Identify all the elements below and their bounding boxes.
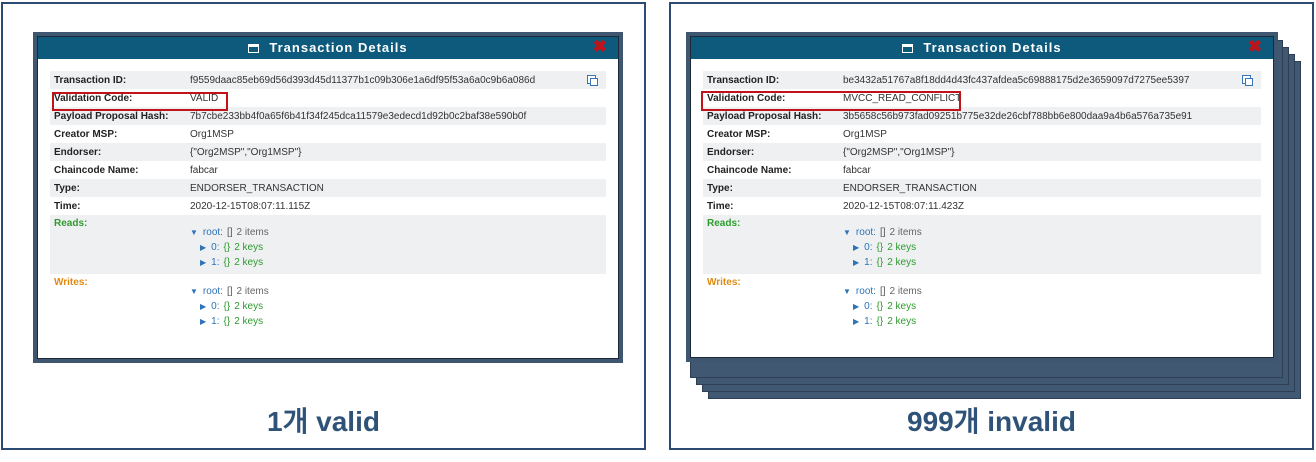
row-chaincode-name: Chaincode Name: fabcar	[50, 161, 606, 179]
label-chaincode-name: Chaincode Name:	[54, 164, 139, 176]
value-creator-msp: Org1MSP	[843, 128, 887, 140]
tree-item-node[interactable]: ▶ 0:{} 2 keys	[843, 299, 922, 314]
expand-arrow-icon[interactable]: ▶	[200, 243, 206, 252]
tree-item-node[interactable]: ▶ 1:{} 2 keys	[843, 255, 922, 270]
reads-tree: ▼ root:[] 2 items ▶ 0:{} 2 keys ▶ 1:{} 2 keys	[190, 215, 269, 274]
label-payload-hash: Payload Proposal Hash:	[707, 110, 822, 122]
copy-icon[interactable]	[1242, 75, 1253, 86]
tree-root-node[interactable]: ▼ root:[] 2 items	[190, 284, 269, 299]
row-endorser: Endorser: {"Org2MSP","Org1MSP"}	[50, 143, 606, 161]
value-payload-hash: 7b7cbe233bb4f0a65f6b41f34f245dca11579e3e…	[190, 110, 527, 122]
tree-root-node[interactable]: ▼ root:[] 2 items	[843, 284, 922, 299]
value-validation-code: VALID	[190, 92, 219, 104]
tree-item-node[interactable]: ▶ 0:{} 2 keys	[190, 240, 269, 255]
label-reads: Reads:	[707, 218, 741, 229]
value-type: ENDORSER_TRANSACTION	[843, 182, 977, 194]
label-payload-hash: Payload Proposal Hash:	[54, 110, 169, 122]
label-chaincode-name: Chaincode Name:	[707, 164, 792, 176]
row-transaction-id: Transaction ID: be3432a51767a8f18dd4d43f…	[703, 71, 1261, 89]
expand-arrow-icon[interactable]: ▶	[200, 317, 206, 326]
reads-tree: ▼ root:[] 2 items ▶ 0:{} 2 keys ▶ 1:{} 2 keys	[843, 215, 922, 274]
row-creator-msp: Creator MSP: Org1MSP	[703, 125, 1261, 143]
writes-section: Writes: ▼ root:[] 2 items ▶ 0:{} 2 keys ▶ 1:{…	[703, 274, 1261, 334]
modal-title: Transaction Details	[923, 40, 1062, 55]
label-type: Type:	[54, 182, 80, 194]
expand-arrow-icon[interactable]: ▶	[853, 243, 859, 252]
label-type: Type:	[707, 182, 733, 194]
row-creator-msp: Creator MSP: Org1MSP	[50, 125, 606, 143]
modal-title-bar: Transaction Details ✖	[38, 37, 618, 59]
tree-item-node[interactable]: ▶ 0:{} 2 keys	[190, 299, 269, 314]
validation-code-highlight	[701, 91, 961, 111]
value-time: 2020-12-15T08:07:11.115Z	[190, 200, 311, 212]
expand-arrow-icon[interactable]: ▶	[200, 258, 206, 267]
row-endorser: Endorser: {"Org2MSP","Org1MSP"}	[703, 143, 1261, 161]
row-chaincode-name: Chaincode Name: fabcar	[703, 161, 1261, 179]
list-icon	[902, 44, 914, 53]
reads-section: Reads: ▼ root:[] 2 items ▶ 0:{} 2 keys ▶ 1:{}…	[703, 215, 1261, 274]
modal-title-bar: Transaction Details ✖	[691, 37, 1273, 59]
value-chaincode-name: fabcar	[190, 164, 218, 176]
value-type: ENDORSER_TRANSACTION	[190, 182, 324, 194]
row-type: Type: ENDORSER_TRANSACTION	[50, 179, 606, 197]
label-endorser: Endorser:	[707, 146, 755, 158]
label-creator-msp: Creator MSP:	[707, 128, 771, 140]
value-transaction-id: be3432a51767a8f18dd4d43fc437afdea5c69888…	[843, 74, 1190, 86]
value-payload-hash: 3b5658c56b973fad09251b775e32de26cbf788bb…	[843, 110, 1193, 122]
close-icon[interactable]: ✖	[593, 36, 608, 58]
invalid-caption: 999개 invalid	[907, 406, 1076, 437]
invalid-panel: Transaction Details ✖ Transaction ID: be…	[669, 2, 1314, 450]
label-creator-msp: Creator MSP:	[54, 128, 118, 140]
value-endorser: {"Org2MSP","Org1MSP"}	[190, 146, 302, 158]
writes-section: Writes: ▼ root:[] 2 items ▶ 0:{} 2 keys ▶ 1:{…	[50, 274, 606, 334]
value-chaincode-name: fabcar	[843, 164, 871, 176]
copy-icon[interactable]	[587, 75, 598, 86]
label-transaction-id: Transaction ID:	[707, 74, 780, 86]
value-time: 2020-12-15T08:07:11.423Z	[843, 200, 965, 212]
modal-title: Transaction Details	[269, 40, 408, 55]
valid-panel: Transaction Details ✖ Transaction ID: f9…	[1, 2, 646, 450]
row-time: Time: 2020-12-15T08:07:11.423Z	[703, 197, 1261, 215]
expand-arrow-icon[interactable]: ▶	[853, 317, 859, 326]
label-reads: Reads:	[54, 218, 88, 229]
label-transaction-id: Transaction ID:	[54, 74, 127, 86]
expand-arrow-icon[interactable]: ▼	[190, 228, 198, 237]
row-transaction-id: Transaction ID: f9559daac85eb69d56d393d4…	[50, 71, 606, 89]
valid-caption: 1개 valid	[267, 406, 380, 437]
transaction-details-modal: Transaction Details ✖ Transaction ID: be…	[690, 36, 1274, 358]
value-creator-msp: Org1MSP	[190, 128, 234, 140]
close-icon[interactable]: ✖	[1248, 36, 1263, 58]
list-icon	[248, 44, 260, 53]
label-writes: Writes:	[54, 277, 88, 288]
expand-arrow-icon[interactable]: ▼	[843, 228, 851, 237]
expand-arrow-icon[interactable]: ▶	[853, 302, 859, 311]
label-writes: Writes:	[707, 277, 741, 288]
label-time: Time:	[707, 200, 734, 212]
value-transaction-id: f9559daac85eb69d56d393d45d11377b1c09b306…	[190, 74, 536, 86]
tree-item-node[interactable]: ▶ 0:{} 2 keys	[843, 240, 922, 255]
value-endorser: {"Org2MSP","Org1MSP"}	[843, 146, 955, 158]
row-type: Type: ENDORSER_TRANSACTION	[703, 179, 1261, 197]
tree-item-node[interactable]: ▶ 1:{} 2 keys	[190, 255, 269, 270]
validation-code-highlight	[52, 92, 228, 111]
tree-root-node[interactable]: ▼ root:[] 2 items	[843, 225, 922, 240]
writes-tree: ▼ root:[] 2 items ▶ 0:{} 2 keys ▶ 1:{} 2 keys	[190, 274, 269, 334]
writes-tree: ▼ root:[] 2 items ▶ 0:{} 2 keys ▶ 1:{} 2 keys	[843, 274, 922, 334]
label-endorser: Endorser:	[54, 146, 102, 158]
expand-arrow-icon[interactable]: ▶	[200, 302, 206, 311]
transaction-details-modal: Transaction Details ✖ Transaction ID: f9…	[37, 36, 619, 359]
tree-item-node[interactable]: ▶ 1:{} 2 keys	[843, 314, 922, 329]
tree-item-node[interactable]: ▶ 1:{} 2 keys	[190, 314, 269, 329]
label-time: Time:	[54, 200, 81, 212]
tree-root-node[interactable]: ▼ root:[] 2 items	[190, 225, 269, 240]
expand-arrow-icon[interactable]: ▼	[843, 287, 851, 296]
row-time: Time: 2020-12-15T08:07:11.115Z	[50, 197, 606, 215]
reads-section: Reads: ▼ root:[] 2 items ▶ 0:{} 2 keys ▶ 1:{}…	[50, 215, 606, 274]
expand-arrow-icon[interactable]: ▶	[853, 258, 859, 267]
expand-arrow-icon[interactable]: ▼	[190, 287, 198, 296]
